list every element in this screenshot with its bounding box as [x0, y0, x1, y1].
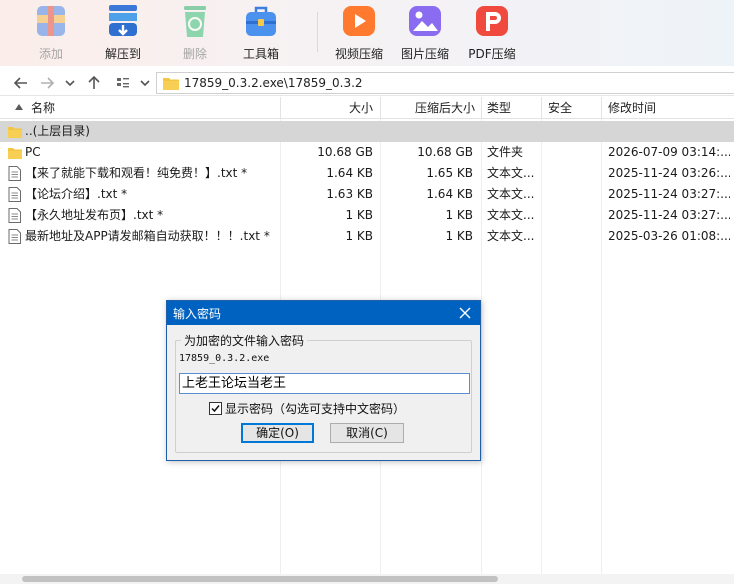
- file-size: 1 KB: [345, 208, 373, 222]
- column-divider[interactable]: [481, 97, 482, 119]
- column-size[interactable]: 大小: [282, 97, 373, 119]
- add-archive-icon: [37, 6, 65, 36]
- dialog-title-bar[interactable]: 输入密码: [167, 301, 480, 325]
- delete-label: 删除: [182, 47, 207, 61]
- file-type: 文本文...: [487, 208, 535, 222]
- column-packed-size[interactable]: 压缩后大小: [382, 97, 475, 119]
- ok-button[interactable]: 确定(O): [241, 423, 314, 443]
- column-name[interactable]: 名称: [31, 97, 55, 119]
- password-group-label: 为加密的文件输入密码: [181, 332, 308, 349]
- pdf-compress-button[interactable]: PDF压缩: [460, 0, 524, 66]
- folder-icon: [8, 127, 22, 138]
- pdf-compress-icon: [476, 6, 508, 36]
- cancel-button[interactable]: 取消(C): [330, 423, 404, 443]
- toolbar: 添加 解压到 删除 工具箱 视频压缩 图片压缩 PDF压缩: [0, 0, 734, 66]
- file-size: 1.64 KB: [326, 166, 373, 180]
- table-row[interactable]: PC 10.68 GB 10.68 GB 文件夹 2026-07-09 03:1…: [0, 142, 734, 163]
- file-modified: 2026-07-09 03:14:...: [608, 145, 730, 159]
- view-dropdown-icon[interactable]: [136, 74, 154, 92]
- video-compress-icon: [343, 6, 375, 36]
- file-size: 1.63 KB: [326, 187, 373, 201]
- password-input[interactable]: 上老王论坛当老王: [179, 373, 470, 394]
- horizontal-scrollbar[interactable]: [0, 574, 734, 584]
- close-icon[interactable]: [456, 304, 474, 322]
- file-packed-size: 10.68 GB: [417, 145, 473, 159]
- image-compress-label: 图片压缩: [400, 47, 449, 61]
- text-file-icon: [8, 166, 21, 181]
- extract-to-button[interactable]: 解压到: [91, 0, 155, 66]
- video-compress-label: 视频压缩: [334, 47, 383, 61]
- sort-ascending-icon: [15, 104, 23, 110]
- image-compress-button[interactable]: 图片压缩: [393, 0, 457, 66]
- file-name: 【来了就能下载和观看！纯免费！】.txt *: [25, 166, 248, 180]
- file-size: 10.68 GB: [317, 145, 373, 159]
- pdf-compress-label: PDF压缩: [468, 47, 516, 61]
- file-name: PC: [25, 145, 41, 159]
- dialog-title: 输入密码: [173, 307, 222, 321]
- folder-icon: [8, 148, 22, 159]
- video-compress-button[interactable]: 视频压缩: [327, 0, 391, 66]
- table-row[interactable]: 【永久地址发布页】.txt * 1 KB 1 KB 文本文... 2025-11…: [0, 205, 734, 226]
- toolbox-label: 工具箱: [242, 47, 279, 61]
- extract-icon: [109, 5, 137, 36]
- file-modified: 2025-11-24 03:27:...: [608, 187, 730, 201]
- column-divider[interactable]: [380, 97, 381, 119]
- view-mode-icon[interactable]: [114, 74, 132, 92]
- file-packed-size: 1 KB: [445, 208, 473, 222]
- history-dropdown-icon[interactable]: [61, 74, 79, 92]
- file-size: 1 KB: [345, 229, 373, 243]
- delete-button[interactable]: 删除: [163, 0, 227, 66]
- checkmark-icon: [211, 405, 220, 413]
- up-arrow-icon[interactable]: [85, 74, 103, 92]
- file-name: 【永久地址发布页】.txt *: [25, 208, 164, 222]
- file-packed-size: 1 KB: [445, 229, 473, 243]
- toolbox-button[interactable]: 工具箱: [229, 0, 293, 66]
- back-arrow-icon[interactable]: [12, 74, 30, 92]
- file-type: 文本文...: [487, 187, 535, 201]
- address-row: 17859_0.3.2.exe\17859_0.3.2: [0, 70, 734, 96]
- column-divider[interactable]: [541, 97, 542, 119]
- file-type: 文本文...: [487, 166, 535, 180]
- add-button[interactable]: 添加: [19, 0, 83, 66]
- recycle-bin-icon: [184, 6, 206, 37]
- show-password-checkbox[interactable]: [209, 402, 222, 415]
- column-security[interactable]: 安全: [548, 97, 572, 119]
- file-name: ..(上层目录): [25, 124, 90, 138]
- text-file-icon: [8, 208, 21, 223]
- address-bar[interactable]: 17859_0.3.2.exe\17859_0.3.2: [156, 72, 734, 94]
- table-row[interactable]: 最新地址及APP请发邮箱自动获取！！！.txt * 1 KB 1 KB 文本文.…: [0, 226, 734, 247]
- file-packed-size: 1.65 KB: [426, 166, 473, 180]
- image-compress-icon: [409, 6, 441, 36]
- file-modified: 2025-03-26 01:08:...: [608, 229, 730, 243]
- file-type: 文件夹: [487, 145, 524, 159]
- add-label: 添加: [38, 47, 63, 61]
- extract-to-label: 解压到: [104, 47, 141, 61]
- table-row[interactable]: 【论坛介绍】.txt * 1.63 KB 1.64 KB 文本文... 2025…: [0, 184, 734, 205]
- toolbox-icon: [246, 6, 276, 36]
- scrollbar-thumb[interactable]: [22, 576, 498, 582]
- file-type: 文本文...: [487, 229, 535, 243]
- table-row[interactable]: 【来了就能下载和观看！纯免费！】.txt * 1.64 KB 1.65 KB 文…: [0, 163, 734, 184]
- forward-arrow-icon[interactable]: [38, 74, 56, 92]
- column-divider[interactable]: [280, 97, 281, 119]
- folder-icon: [163, 78, 179, 90]
- show-password-label[interactable]: 显示密码（勾选可支持中文密码）: [225, 400, 405, 417]
- archive-filename: 17859_0.3.2.exe: [179, 353, 270, 364]
- password-dialog: 输入密码 为加密的文件输入密码 17859_0.3.2.exe 上老王论坛当老王…: [166, 300, 481, 461]
- column-header: 名称 大小 压缩后大小 类型 安全 修改时间: [0, 97, 734, 119]
- file-modified: 2025-11-24 03:26:...: [608, 166, 730, 180]
- file-name: 【论坛介绍】.txt *: [25, 187, 128, 201]
- file-name: 最新地址及APP请发邮箱自动获取！！！.txt *: [25, 229, 270, 243]
- column-modified[interactable]: 修改时间: [608, 97, 656, 119]
- address-path: 17859_0.3.2.exe\17859_0.3.2: [184, 76, 363, 90]
- column-type[interactable]: 类型: [487, 97, 511, 119]
- file-packed-size: 1.64 KB: [426, 187, 473, 201]
- column-divider[interactable]: [601, 97, 602, 119]
- text-file-icon: [8, 187, 21, 202]
- text-file-icon: [8, 229, 21, 244]
- toolbar-separator: [317, 12, 318, 52]
- parent-directory-row[interactable]: ..(上层目录): [0, 121, 734, 142]
- file-modified: 2025-11-24 03:27:...: [608, 208, 730, 222]
